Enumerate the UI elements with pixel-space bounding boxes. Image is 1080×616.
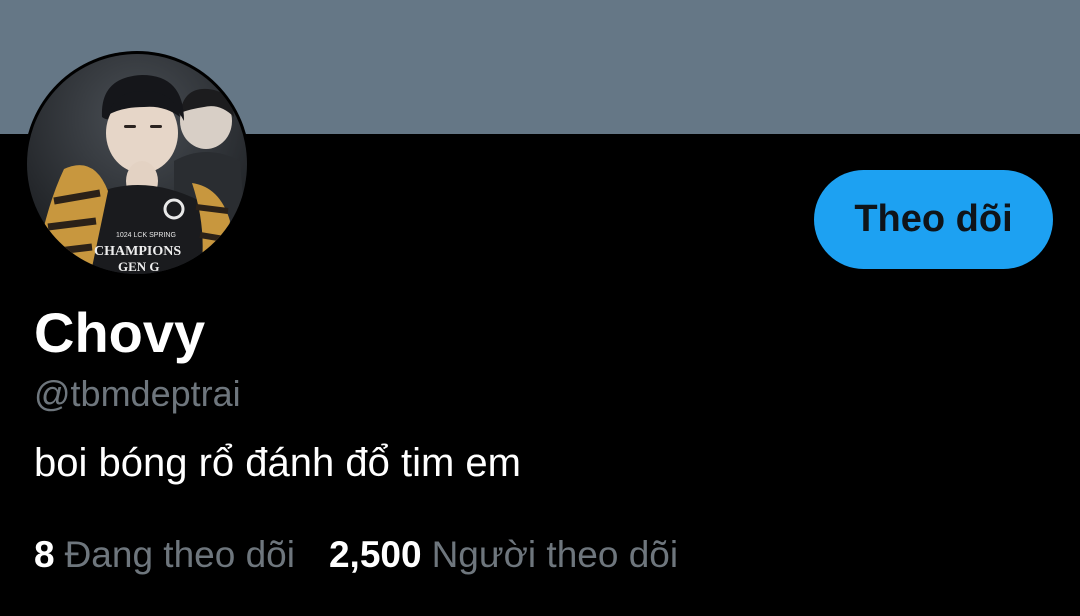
followers-stat[interactable]: 2,500 Người theo dõi (329, 532, 678, 578)
profile-stats: 8 Đang theo dõi 2,500 Người theo dõi (34, 532, 678, 578)
avatar[interactable]: 1024 LCK SPRING CHAMPIONS GEN G (24, 51, 250, 277)
shirt-text-1: 1024 LCK SPRING (116, 232, 176, 239)
profile-bio: boi bóng rổ đánh đổ tim em (34, 441, 521, 485)
followers-count: 2,500 (328, 534, 422, 575)
following-label: Đang theo dõi (64, 534, 295, 575)
display-name: Chovy (34, 301, 206, 364)
avatar-photo: 1024 LCK SPRING CHAMPIONS GEN G (27, 54, 247, 274)
followers-label: Người theo dõi (431, 534, 679, 575)
following-count: 8 (34, 534, 55, 575)
shirt-text-2: CHAMPIONS (94, 244, 181, 259)
following-stat[interactable]: 8 Đang theo dõi (34, 532, 295, 578)
follow-button[interactable]: Theo dõi (814, 170, 1053, 269)
shirt-text-3: GEN G (118, 259, 160, 274)
username-handle: @tbmdeptrai (34, 373, 241, 414)
profile-page: 1024 LCK SPRING CHAMPIONS GEN G Theo dõi… (0, 0, 1080, 616)
